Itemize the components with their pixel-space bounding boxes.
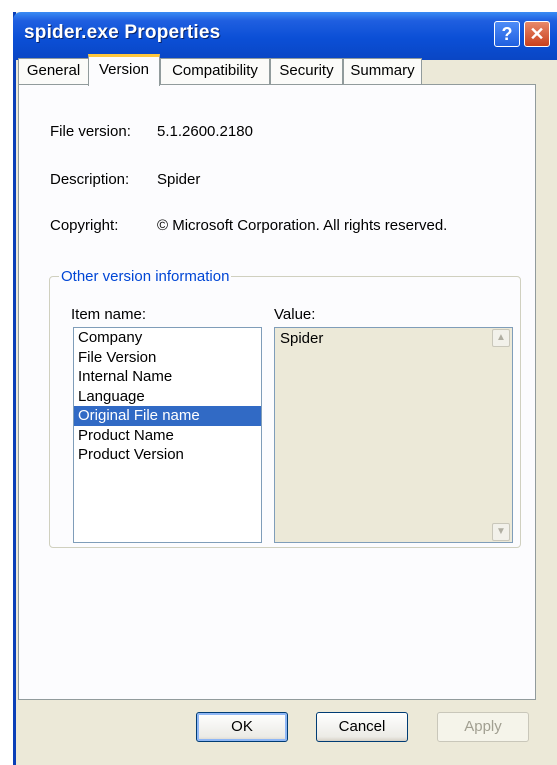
cancel-button[interactable]: Cancel — [316, 712, 408, 742]
scroll-down-icon[interactable]: ▼ — [492, 523, 510, 541]
file-version-value: 5.1.2600.2180 — [157, 123, 253, 140]
item-name-label: Item name: — [71, 306, 147, 323]
item-name-listbox[interactable]: Company File Version Internal Name Langu… — [73, 327, 262, 543]
list-item[interactable]: Product Name — [74, 426, 261, 446]
tab-version[interactable]: Version — [88, 54, 160, 86]
apply-button[interactable]: Apply — [437, 712, 529, 742]
other-version-legend: Other version information — [61, 268, 230, 285]
tab-summary[interactable]: Summary — [343, 58, 422, 84]
version-tab-panel: File version: 5.1.2600.2180 Description:… — [18, 84, 536, 700]
list-item[interactable]: Language — [74, 387, 261, 407]
list-item-selected[interactable]: Original File name — [74, 406, 261, 426]
copyright-value: © Microsoft Corporation. All rights rese… — [157, 217, 448, 234]
value-scrollbar[interactable]: ▲ ▼ — [491, 329, 511, 541]
tab-general[interactable]: General — [18, 58, 89, 84]
title-bar[interactable]: spider.exe Properties ? ✕ — [13, 12, 557, 60]
list-item[interactable]: File Version — [74, 348, 261, 368]
value-textbox[interactable]: Spider ▲ ▼ — [274, 327, 513, 543]
window-title: spider.exe Properties — [24, 22, 221, 43]
help-button[interactable]: ? — [494, 21, 520, 47]
tab-security[interactable]: Security — [270, 58, 343, 84]
scroll-up-icon[interactable]: ▲ — [492, 329, 510, 347]
description-label: Description: — [50, 171, 130, 188]
list-item[interactable]: Internal Name — [74, 367, 261, 387]
description-value: Spider — [157, 171, 201, 188]
close-button[interactable]: ✕ — [524, 21, 550, 47]
ok-button[interactable]: OK — [196, 712, 288, 742]
file-version-label: File version: — [50, 123, 131, 140]
value-label: Value: — [274, 306, 316, 323]
value-text: Spider — [280, 330, 324, 347]
copyright-label: Copyright: — [50, 217, 119, 234]
list-item[interactable]: Company — [74, 328, 261, 348]
tab-compatibility[interactable]: Compatibility — [160, 58, 270, 84]
list-item[interactable]: Product Version — [74, 445, 261, 465]
